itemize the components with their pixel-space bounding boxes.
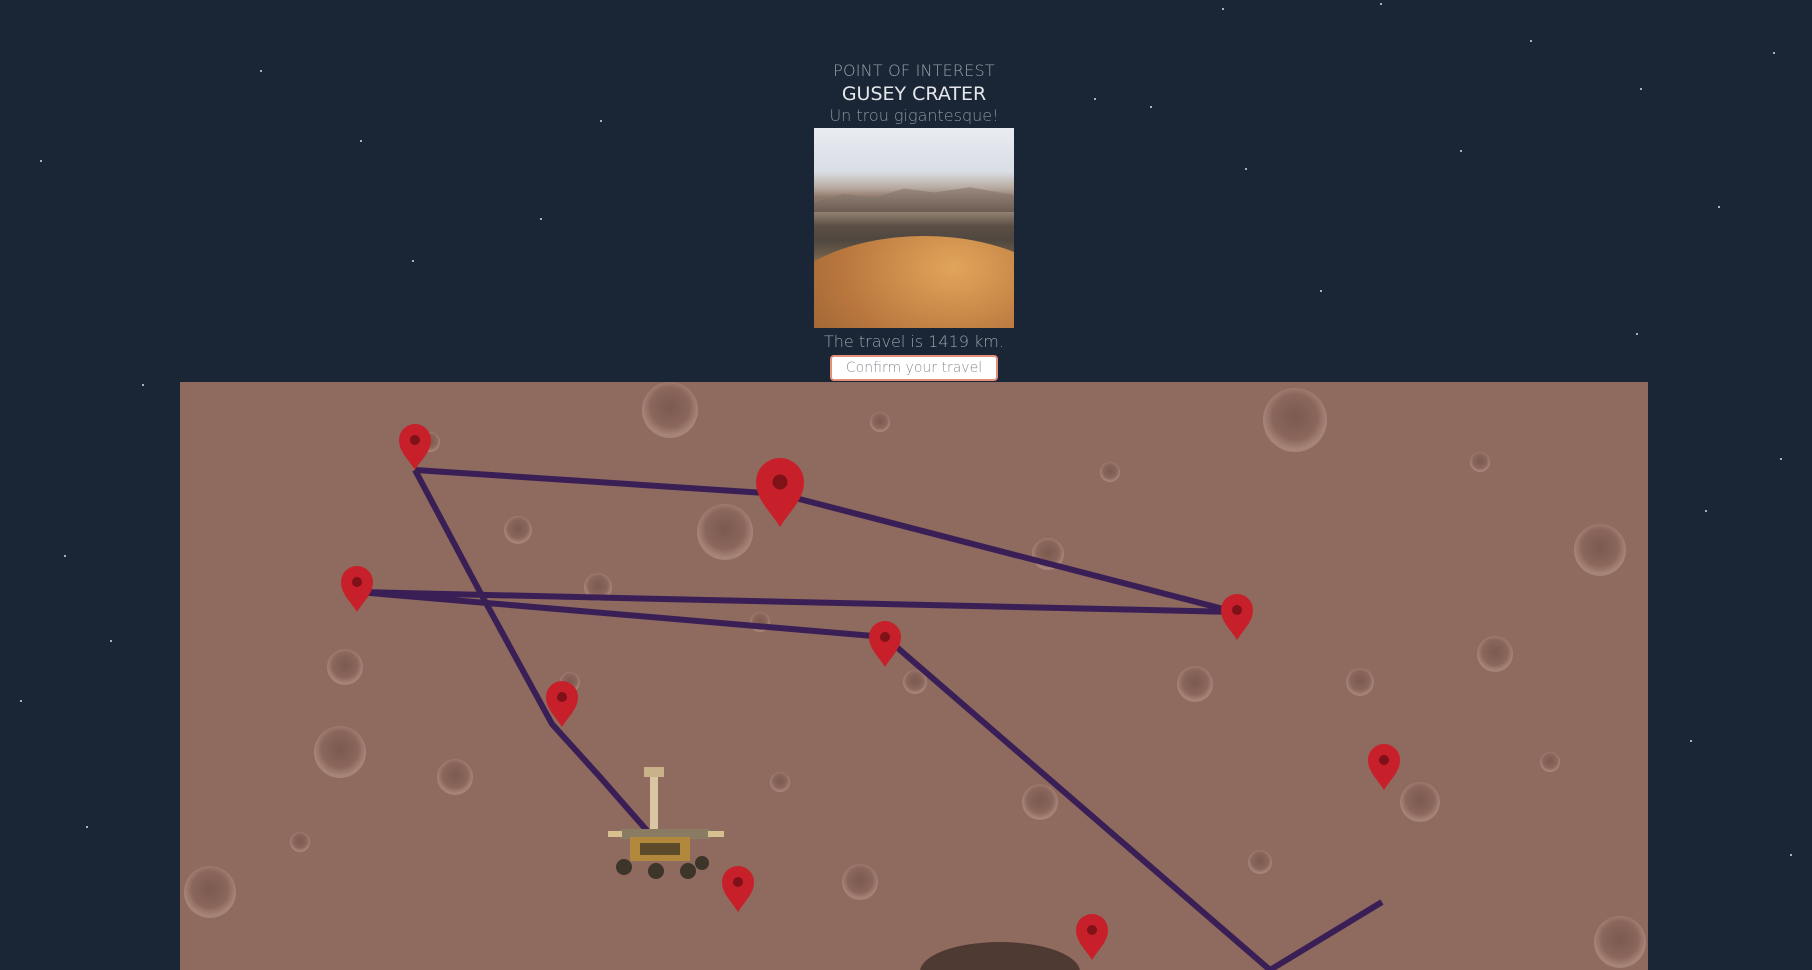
poi-title: GUSEY CRATER (841, 83, 987, 105)
poi-kicker: POINT OF INTEREST (833, 61, 995, 80)
travel-distance: The travel is 1419 km. (824, 332, 1004, 351)
poi-subtitle: Un trou gigantesque! (829, 106, 999, 125)
map-pin-icon[interactable] (1368, 744, 1400, 790)
map-pin-icon[interactable] (399, 424, 431, 470)
map-pin-icon[interactable] (869, 621, 901, 667)
confirm-travel-button[interactable]: Confirm your travel (829, 355, 999, 381)
crater-ridge (814, 187, 1014, 212)
rover-icon[interactable] (608, 767, 724, 879)
map-pin-icon[interactable] (341, 566, 373, 612)
point-of-interest-panel: POINT OF INTEREST GUSEY CRATER Un trou g… (790, 60, 1038, 381)
mars-map[interactable] (180, 382, 1648, 970)
page: POINT OF INTEREST GUSEY CRATER Un trou g… (0, 0, 1812, 970)
map-pin-icon[interactable] (1076, 914, 1108, 960)
crater-photo (814, 128, 1014, 328)
map-pin-icon[interactable] (722, 866, 754, 912)
crater-mound (814, 236, 1014, 328)
map-canvas[interactable] (180, 382, 1648, 970)
map-pin-icon[interactable] (1221, 594, 1253, 640)
map-pin-icon[interactable] (756, 458, 804, 527)
surface-craters (184, 382, 1646, 970)
